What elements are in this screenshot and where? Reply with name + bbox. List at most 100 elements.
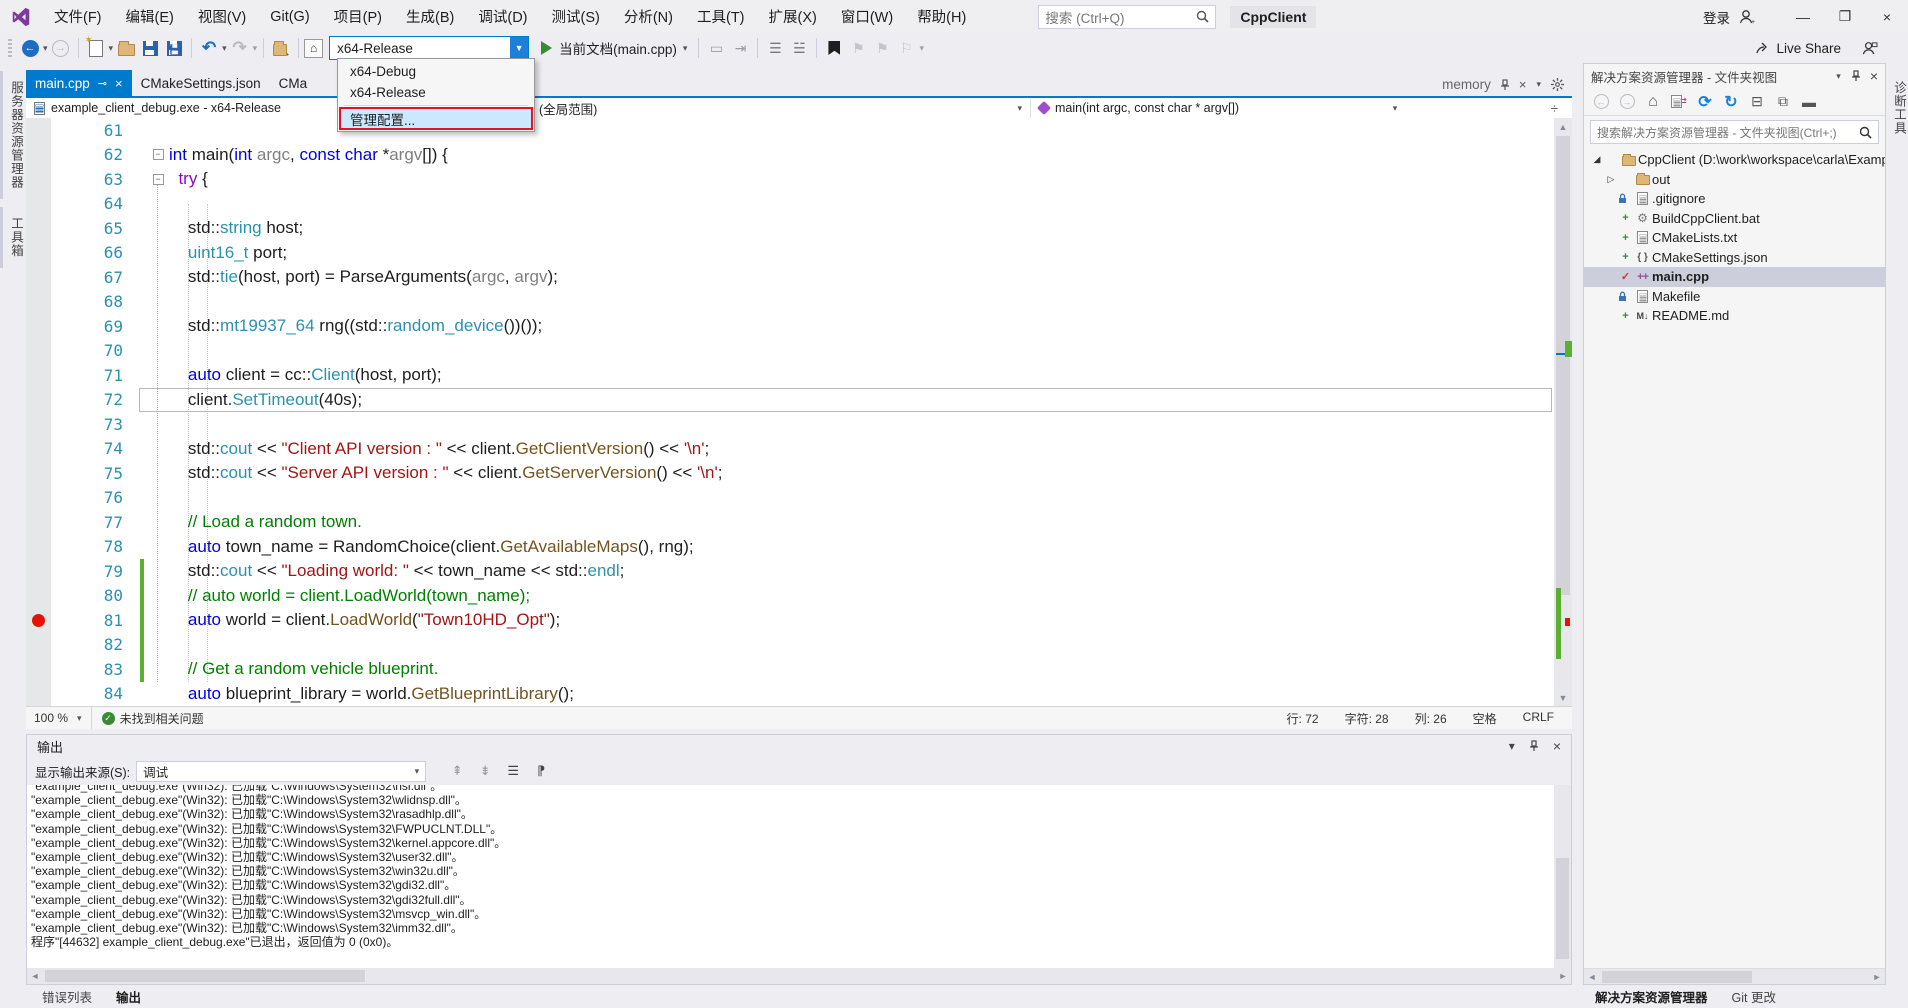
- breakpoint-margin[interactable]: [26, 363, 51, 388]
- dropdown-item-x64-Debug[interactable]: x64-Debug: [340, 61, 532, 82]
- tab-memory[interactable]: memory: [1442, 77, 1491, 92]
- clear-bookmarks-icon[interactable]: ⚐: [896, 38, 916, 58]
- diagnostic-tools-vertical-tab[interactable]: 诊断工具: [1886, 71, 1908, 145]
- navigate-forward-button[interactable]: →: [51, 38, 71, 58]
- forward-icon[interactable]: →: [1616, 91, 1638, 113]
- save-button[interactable]: [140, 38, 160, 58]
- dropdown-item-管理配置-[interactable]: 管理配置...: [340, 108, 532, 129]
- breakpoint-margin[interactable]: [26, 314, 51, 339]
- undo-dropdown-icon[interactable]: ▾: [222, 43, 227, 54]
- tree-item-buildcppclient-bat[interactable]: +⚙BuildCppClient.bat: [1584, 209, 1885, 229]
- member-dropdown[interactable]: main(int argc, const char * argv[]) ▾ ÷: [1031, 98, 1572, 118]
- menu-item-4[interactable]: Git(G): [258, 0, 321, 33]
- scroll-right-icon[interactable]: ►: [1869, 969, 1885, 985]
- toolbar-overflow-icon[interactable]: ▾: [919, 43, 924, 54]
- indent-icon[interactable]: ☱: [789, 38, 809, 58]
- open-file-button[interactable]: [116, 38, 136, 58]
- zoom-selector[interactable]: 100 % ▾: [26, 707, 92, 729]
- menu-item-7[interactable]: 调试(D): [466, 0, 539, 33]
- clear-all-icon[interactable]: ☰: [502, 761, 524, 781]
- scroll-right-icon[interactable]: ►: [1555, 968, 1571, 984]
- toolbar-grip[interactable]: [8, 39, 12, 57]
- output-source-combobox[interactable]: 调试 ▾: [136, 761, 426, 782]
- configuration-combobox[interactable]: x64-Release ▼: [329, 36, 529, 60]
- tree-item-out[interactable]: ▷out: [1584, 170, 1885, 190]
- redo-dropdown-icon[interactable]: ▾: [253, 43, 258, 54]
- fold-margin[interactable]: −: [147, 174, 169, 185]
- menu-item-10[interactable]: 工具(T): [685, 0, 757, 33]
- tree-expander-icon[interactable]: ◢: [1590, 154, 1604, 165]
- bottom-tab-错误列表[interactable]: 错误列表: [30, 987, 104, 1006]
- tab-main-cpp[interactable]: main.cpp⊸×: [26, 70, 132, 96]
- explorer-horizontal-scrollbar[interactable]: ◄ ►: [1584, 968, 1885, 984]
- solution-explorer-title-bar[interactable]: 解决方案资源管理器 - 文件夹视图 ▾ ×: [1584, 64, 1885, 88]
- dropdown-item-x64-Release[interactable]: x64-Release: [340, 82, 532, 103]
- breakpoint-margin[interactable]: [26, 657, 51, 682]
- menu-item-11[interactable]: 扩展(X): [757, 0, 829, 33]
- window-position-dropdown-icon[interactable]: ▾: [1836, 71, 1841, 82]
- unindent-icon[interactable]: ☰: [765, 38, 785, 58]
- breakpoint-margin[interactable]: [26, 265, 51, 290]
- collaborators-icon[interactable]: [1861, 41, 1878, 56]
- run-button[interactable]: 当前文档(main.cpp) ▾: [541, 38, 688, 58]
- breakpoint-margin[interactable]: [26, 486, 51, 511]
- menu-item-2[interactable]: 编辑(E): [114, 0, 186, 33]
- breakpoint-margin[interactable]: [26, 192, 51, 217]
- minimize-button[interactable]: —: [1782, 0, 1824, 33]
- pin-icon[interactable]: [1500, 79, 1510, 91]
- tree-item-cppclient-d-work-workspace-carla-examp[interactable]: ◢CppClient (D:\work\workspace\carla\Exam…: [1584, 150, 1885, 170]
- collapse-all-icon[interactable]: ⊟: [1746, 91, 1768, 113]
- properties-icon[interactable]: ⧉: [1772, 91, 1794, 113]
- sync-with-active-document-icon[interactable]: ↻: [1720, 91, 1742, 113]
- breakpoint-margin[interactable]: [26, 559, 51, 584]
- solution-explorer-search-box[interactable]: 搜索解决方案资源管理器 - 文件夹视图(Ctrl+;): [1590, 120, 1879, 144]
- output-title-bar[interactable]: 输出 ▾ ×: [27, 735, 1571, 757]
- breakpoint-margin[interactable]: [26, 388, 51, 413]
- breakpoint-margin[interactable]: [26, 339, 51, 364]
- tab-cma[interactable]: CMa: [270, 70, 317, 96]
- breakpoint-icon[interactable]: [32, 614, 45, 627]
- configuration-dropdown-icon[interactable]: ▼: [510, 37, 528, 59]
- tree-item-readme-md[interactable]: +M↓README.md: [1584, 306, 1885, 326]
- tree-item-cmakesettings-json[interactable]: +{ }CMakeSettings.json: [1584, 248, 1885, 268]
- word-wrap-icon[interactable]: ⁋: [530, 761, 552, 781]
- tree-item-main-cpp[interactable]: ✓++main.cpp: [1584, 267, 1885, 287]
- next-bookmark-icon[interactable]: ⚑: [872, 38, 892, 58]
- back-icon[interactable]: ←: [1590, 91, 1612, 113]
- window-position-dropdown-icon[interactable]: ▾: [1509, 739, 1515, 753]
- breakpoint-margin[interactable]: [26, 535, 51, 560]
- breakpoint-margin[interactable]: [26, 437, 51, 462]
- collapse-region-icon[interactable]: −: [153, 174, 164, 185]
- home-button[interactable]: ⌂: [304, 39, 323, 58]
- breakpoint-margin[interactable]: [26, 167, 51, 192]
- menu-item-3[interactable]: 视图(V): [186, 0, 258, 33]
- new-file-button[interactable]: [86, 38, 106, 58]
- gear-icon[interactable]: [1551, 78, 1564, 91]
- menu-item-8[interactable]: 测试(S): [540, 0, 612, 33]
- breakpoint-margin[interactable]: [26, 461, 51, 486]
- breakpoint-margin[interactable]: [26, 290, 51, 315]
- maximize-button[interactable]: ❐: [1824, 0, 1866, 33]
- pin-icon[interactable]: [1851, 70, 1861, 82]
- bottom-tab-输出[interactable]: 输出: [104, 987, 153, 1006]
- menu-item-13[interactable]: 帮助(H): [905, 0, 978, 33]
- pin-icon[interactable]: [1529, 740, 1539, 752]
- find-in-files-button[interactable]: [271, 38, 291, 58]
- menu-item-12[interactable]: 窗口(W): [829, 0, 905, 33]
- close-tab-icon[interactable]: ×: [115, 76, 123, 91]
- tree-item-cmakelists-txt[interactable]: +CMakeLists.txt: [1584, 228, 1885, 248]
- scrollbar-thumb[interactable]: [1556, 136, 1570, 595]
- menu-item-1[interactable]: 文件(F): [42, 0, 114, 33]
- breakpoint-margin[interactable]: [26, 633, 51, 658]
- close-button[interactable]: ×: [1866, 0, 1908, 33]
- switch-views-icon[interactable]: ⇄: [1668, 91, 1690, 113]
- code-editor[interactable]: 6162−int main(int argc, const char *argv…: [26, 118, 1572, 706]
- output-horizontal-scrollbar[interactable]: ◄ ►: [27, 968, 1571, 984]
- run-dropdown-icon[interactable]: ▾: [683, 43, 688, 54]
- breakpoint-margin[interactable]: [26, 510, 51, 535]
- step-over-icon[interactable]: ⇥: [730, 38, 750, 58]
- scope-dropdown[interactable]: (全局范围) ▾: [531, 98, 1031, 118]
- current-project-badge[interactable]: CppClient: [1230, 6, 1316, 28]
- document-health-indicator[interactable]: ✓ 未找到相关问题: [92, 710, 214, 727]
- output-vertical-scrollbar[interactable]: [1554, 785, 1571, 968]
